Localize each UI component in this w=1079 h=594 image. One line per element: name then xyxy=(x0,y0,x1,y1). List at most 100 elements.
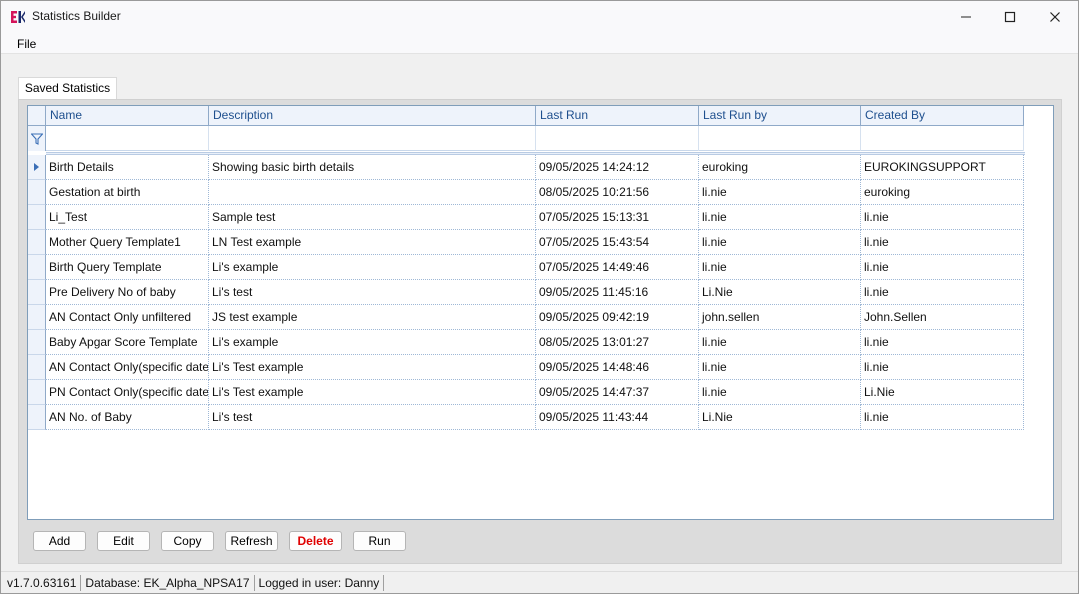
table-row[interactable]: PN Contact Only(specific date) Li's Test … xyxy=(28,380,1024,405)
cell-description[interactable]: Li's example xyxy=(209,330,536,355)
table-row[interactable]: Baby Apgar Score Template Li's example 08/… xyxy=(28,330,1024,355)
row-header[interactable] xyxy=(28,155,46,180)
cell-created-by[interactable]: euroking xyxy=(861,180,1024,205)
table-row[interactable]: AN Contact Only(specific date) Li's Test … xyxy=(28,355,1024,380)
row-header[interactable] xyxy=(28,380,46,405)
row-header[interactable] xyxy=(28,405,46,430)
cell-description[interactable]: LN Test example xyxy=(209,230,536,255)
row-header[interactable] xyxy=(28,305,46,330)
cell-last-run[interactable]: 08/05/2025 10:21:56 xyxy=(536,180,699,205)
filter-last-run-by-input[interactable] xyxy=(699,126,861,151)
cell-created-by[interactable]: John.Sellen xyxy=(861,305,1024,330)
cell-name[interactable]: Birth Details xyxy=(46,155,209,180)
cell-last-run-by[interactable]: Li.Nie xyxy=(699,280,861,305)
cell-created-by[interactable]: li.nie xyxy=(861,230,1024,255)
cell-description[interactable]: Li's test xyxy=(209,405,536,430)
filter-created-by-input[interactable] xyxy=(861,126,1024,151)
cell-last-run-by[interactable]: li.nie xyxy=(699,355,861,380)
row-header[interactable] xyxy=(28,330,46,355)
cell-name[interactable]: Mother Query Template1 xyxy=(46,230,209,255)
cell-description[interactable]: Li's Test example xyxy=(209,380,536,405)
cell-created-by[interactable]: li.nie xyxy=(861,205,1024,230)
refresh-button[interactable]: Refresh xyxy=(225,531,278,551)
filter-description-input[interactable] xyxy=(209,126,536,151)
cell-name[interactable]: Pre Delivery No of baby xyxy=(46,280,209,305)
table-row[interactable]: Birth Query Template Li's example 07/05/20… xyxy=(28,255,1024,280)
cell-name[interactable]: AN Contact Only(specific date) xyxy=(46,355,209,380)
cell-last-run[interactable]: 07/05/2025 15:13:31 xyxy=(536,205,699,230)
cell-name[interactable]: AN Contact Only unfiltered xyxy=(46,305,209,330)
cell-last-run-by[interactable]: Li.Nie xyxy=(699,405,861,430)
cell-description[interactable]: Li's test xyxy=(209,280,536,305)
cell-last-run[interactable]: 09/05/2025 14:24:12 xyxy=(536,155,699,180)
table-row[interactable]: AN No. of Baby Li's test 09/05/2025 11:43:… xyxy=(28,405,1024,430)
close-window-button[interactable] xyxy=(1032,1,1078,32)
cell-last-run-by[interactable]: li.nie xyxy=(699,380,861,405)
cell-last-run-by[interactable]: euroking xyxy=(699,155,861,180)
table-row[interactable]: Birth Details Showing basic birth details… xyxy=(28,155,1024,180)
cell-last-run-by[interactable]: li.nie xyxy=(699,205,861,230)
cell-name[interactable]: Li_Test xyxy=(46,205,209,230)
cell-last-run-by[interactable]: li.nie xyxy=(699,330,861,355)
cell-description[interactable]: Li's example xyxy=(209,255,536,280)
column-header-name[interactable]: Name xyxy=(46,106,209,126)
cell-created-by[interactable]: li.nie xyxy=(861,405,1024,430)
table-row[interactable]: Gestation at birth 08/05/2025 10:21:56 li.… xyxy=(28,180,1024,205)
row-header[interactable] xyxy=(28,255,46,280)
cell-last-run[interactable]: 09/05/2025 09:42:19 xyxy=(536,305,699,330)
cell-last-run-by[interactable]: li.nie xyxy=(699,180,861,205)
column-header-last-run[interactable]: Last Run xyxy=(536,106,699,126)
row-header[interactable] xyxy=(28,280,46,305)
cell-name[interactable]: Birth Query Template xyxy=(46,255,209,280)
cell-last-run[interactable]: 09/05/2025 14:47:37 xyxy=(536,380,699,405)
cell-name[interactable]: AN No. of Baby xyxy=(46,405,209,430)
table-row[interactable]: AN Contact Only unfiltered JS test exampl… xyxy=(28,305,1024,330)
cell-name[interactable]: Gestation at birth xyxy=(46,180,209,205)
edit-button[interactable]: Edit xyxy=(97,531,150,551)
statistics-grid[interactable]: Name Description Last Run Last Run by Cr… xyxy=(27,105,1054,520)
cell-description[interactable]: JS test example xyxy=(209,305,536,330)
filter-last-run-input[interactable] xyxy=(536,126,699,151)
filter-row-header[interactable] xyxy=(28,126,46,151)
cell-last-run[interactable]: 07/05/2025 14:49:46 xyxy=(536,255,699,280)
cell-description[interactable]: Showing basic birth details xyxy=(209,155,536,180)
table-row[interactable]: Mother Query Template1 LN Test example 07/… xyxy=(28,230,1024,255)
cell-created-by[interactable]: li.nie xyxy=(861,255,1024,280)
cell-last-run-by[interactable]: li.nie xyxy=(699,255,861,280)
cell-name[interactable]: PN Contact Only(specific date) xyxy=(46,380,209,405)
cell-created-by[interactable]: li.nie xyxy=(861,330,1024,355)
menu-file[interactable]: File xyxy=(17,37,36,51)
row-header[interactable] xyxy=(28,180,46,205)
delete-button[interactable]: Delete xyxy=(289,531,342,551)
copy-button[interactable]: Copy xyxy=(161,531,214,551)
cell-description[interactable]: Sample test xyxy=(209,205,536,230)
table-row[interactable]: Pre Delivery No of baby Li's test 09/05/20… xyxy=(28,280,1024,305)
cell-created-by[interactable]: li.nie xyxy=(861,355,1024,380)
column-header-description[interactable]: Description xyxy=(209,106,536,126)
column-header-last-run-by[interactable]: Last Run by xyxy=(699,106,861,126)
cell-created-by[interactable]: Li.Nie xyxy=(861,380,1024,405)
cell-description[interactable] xyxy=(209,180,536,205)
add-button[interactable]: Add xyxy=(33,531,86,551)
cell-created-by[interactable]: li.nie xyxy=(861,280,1024,305)
run-button[interactable]: Run xyxy=(353,531,406,551)
cell-last-run-by[interactable]: john.sellen xyxy=(699,305,861,330)
cell-last-run[interactable]: 08/05/2025 13:01:27 xyxy=(536,330,699,355)
maximize-button[interactable] xyxy=(987,1,1033,32)
minimize-button[interactable] xyxy=(943,1,989,32)
tab-saved-statistics[interactable]: Saved Statistics xyxy=(18,77,117,100)
title-bar[interactable]: Statistics Builder xyxy=(1,1,1078,32)
cell-last-run[interactable]: 09/05/2025 11:43:44 xyxy=(536,405,699,430)
filter-name-input[interactable] xyxy=(46,126,209,151)
cell-last-run[interactable]: 09/05/2025 14:48:46 xyxy=(536,355,699,380)
cell-last-run-by[interactable]: li.nie xyxy=(699,230,861,255)
column-header-created-by[interactable]: Created By xyxy=(861,106,1024,126)
row-header[interactable] xyxy=(28,355,46,380)
row-header[interactable] xyxy=(28,230,46,255)
cell-description[interactable]: Li's Test example xyxy=(209,355,536,380)
table-row[interactable]: Li_Test Sample test 07/05/2025 15:13:31 li.… xyxy=(28,205,1024,230)
cell-name[interactable]: Baby Apgar Score Template xyxy=(46,330,209,355)
row-header[interactable] xyxy=(28,205,46,230)
cell-last-run[interactable]: 07/05/2025 15:43:54 xyxy=(536,230,699,255)
cell-created-by[interactable]: EUROKINGSUPPORT xyxy=(861,155,1024,180)
